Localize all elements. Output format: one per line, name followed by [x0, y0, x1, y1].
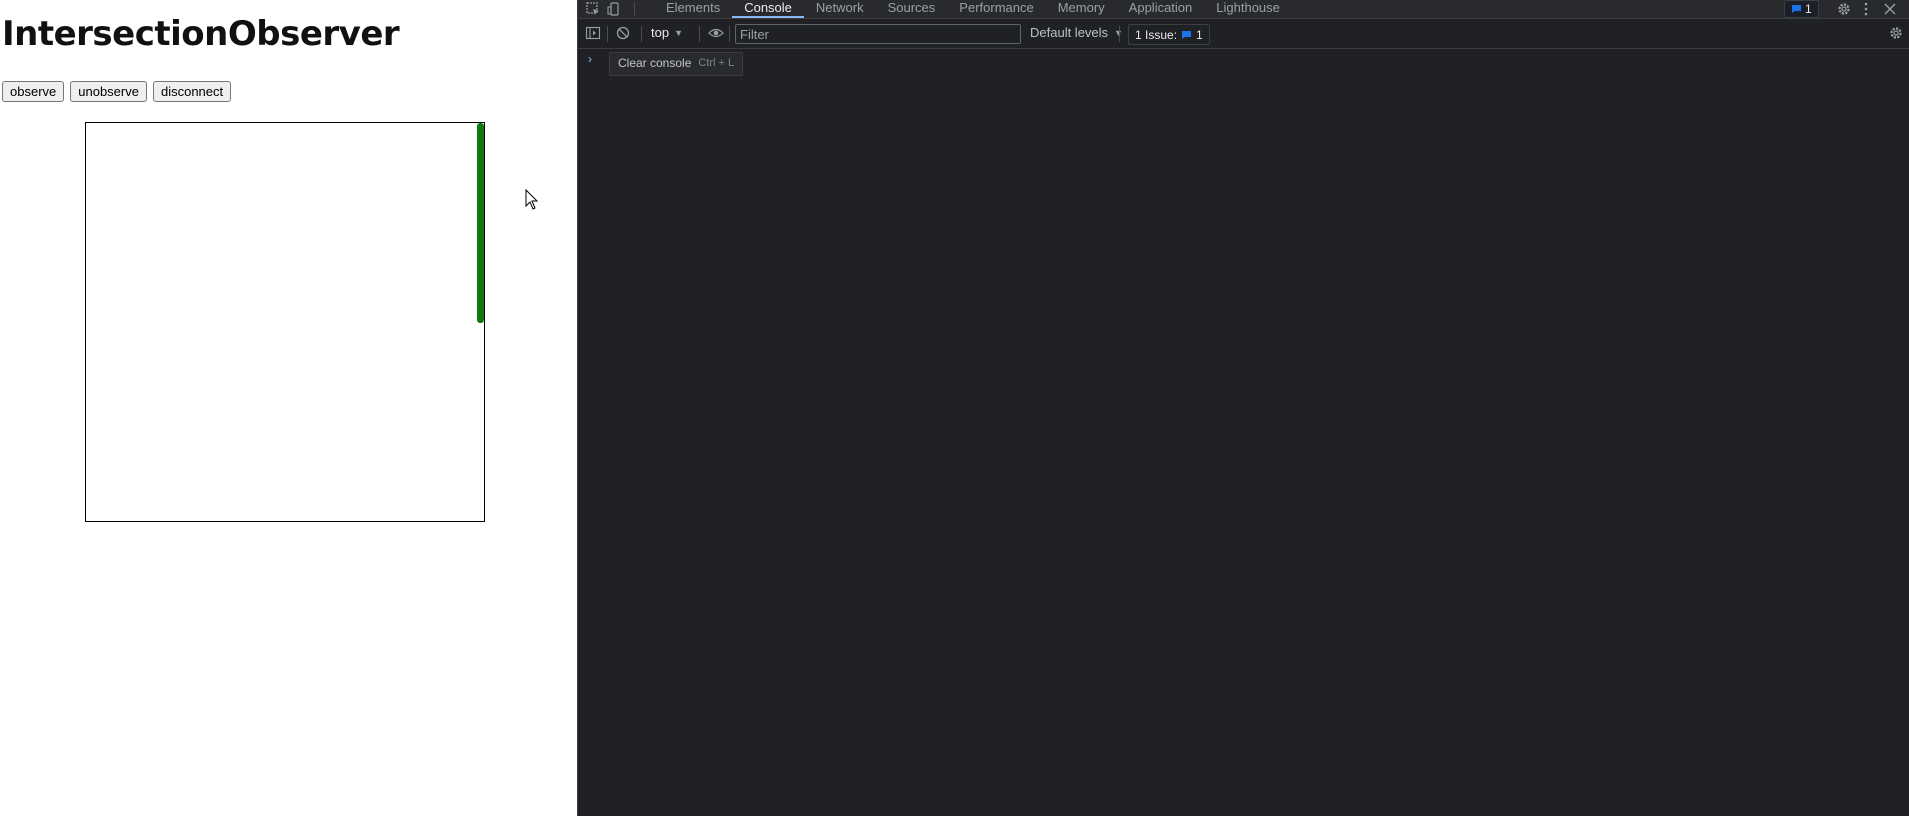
- devtools-panel: Elements Console Network Sources Perform…: [577, 0, 1909, 816]
- issues-label: 1 Issue:: [1135, 27, 1178, 42]
- messages-badge[interactable]: 1: [1784, 0, 1819, 18]
- tab-sources[interactable]: Sources: [876, 0, 948, 18]
- observe-button[interactable]: observe: [2, 81, 65, 102]
- log-levels-dropdown[interactable]: Default levels ▼: [1030, 25, 1123, 41]
- tab-memory[interactable]: Memory: [1046, 0, 1117, 18]
- tab-elements[interactable]: Elements: [654, 0, 732, 18]
- toolbar-divider: [641, 26, 642, 42]
- chevron-right-icon: ›: [588, 52, 592, 66]
- settings-gear-icon[interactable]: [1836, 1, 1852, 17]
- tab-network[interactable]: Network: [804, 0, 876, 18]
- clear-console-tooltip: Clear console Ctrl + L: [609, 52, 744, 76]
- eye-icon[interactable]: [708, 25, 724, 41]
- toolbar-divider: [729, 26, 730, 42]
- unobserve-button[interactable]: unobserve: [70, 81, 147, 102]
- toolbar-divider: [699, 26, 700, 42]
- tab-application[interactable]: Application: [1117, 0, 1205, 18]
- more-vertical-icon[interactable]: [1858, 1, 1874, 17]
- console-output[interactable]: › Clear console Ctrl + L: [578, 49, 1909, 816]
- tooltip-label: Clear console: [618, 56, 692, 70]
- inspect-element-icon[interactable]: [585, 1, 601, 17]
- toolbar-divider: [607, 26, 608, 42]
- close-icon[interactable]: [1882, 1, 1898, 17]
- issues-count: 1: [1196, 27, 1203, 42]
- filter-input[interactable]: [735, 24, 1021, 44]
- message-icon: [1792, 5, 1801, 13]
- message-icon: [1182, 30, 1192, 39]
- console-toolbar: top ▼ Default levels ▼ 1 Issue: 1: [578, 19, 1909, 49]
- mouse-cursor-icon: [525, 189, 539, 210]
- devtools-tab-bar: Elements Console Network Sources Perform…: [578, 0, 1909, 19]
- tab-console[interactable]: Console: [732, 0, 804, 18]
- devtools-tabs: Elements Console Network Sources Perform…: [654, 0, 1292, 18]
- disconnect-button[interactable]: disconnect: [152, 81, 232, 102]
- tooltip-shortcut: Ctrl + L: [698, 57, 735, 69]
- tab-lighthouse[interactable]: Lighthouse: [1204, 0, 1292, 18]
- page-title: IntersectionObserver: [2, 14, 400, 54]
- levels-value: Default levels: [1030, 25, 1109, 40]
- toolbar-divider: [634, 2, 635, 16]
- toolbar-divider: [1119, 26, 1120, 42]
- tab-performance[interactable]: Performance: [947, 0, 1045, 18]
- button-row: observe unobserve disconnect: [2, 81, 232, 102]
- caret-down-icon: ▼: [674, 28, 683, 38]
- clear-console-icon[interactable]: [615, 25, 631, 41]
- scrollbar-thumb[interactable]: [477, 123, 484, 323]
- console-settings-gear-icon[interactable]: [1888, 25, 1904, 41]
- scroll-container[interactable]: [85, 122, 485, 522]
- context-value: top: [651, 25, 670, 40]
- context-selector[interactable]: top ▼: [651, 25, 683, 41]
- sidebar-toggle-icon[interactable]: [585, 25, 601, 41]
- messages-count: 1: [1805, 1, 1812, 16]
- device-toolbar-icon[interactable]: [606, 1, 622, 17]
- web-page: IntersectionObserver observe unobserve d…: [0, 0, 577, 816]
- issues-button[interactable]: 1 Issue: 1: [1128, 24, 1210, 45]
